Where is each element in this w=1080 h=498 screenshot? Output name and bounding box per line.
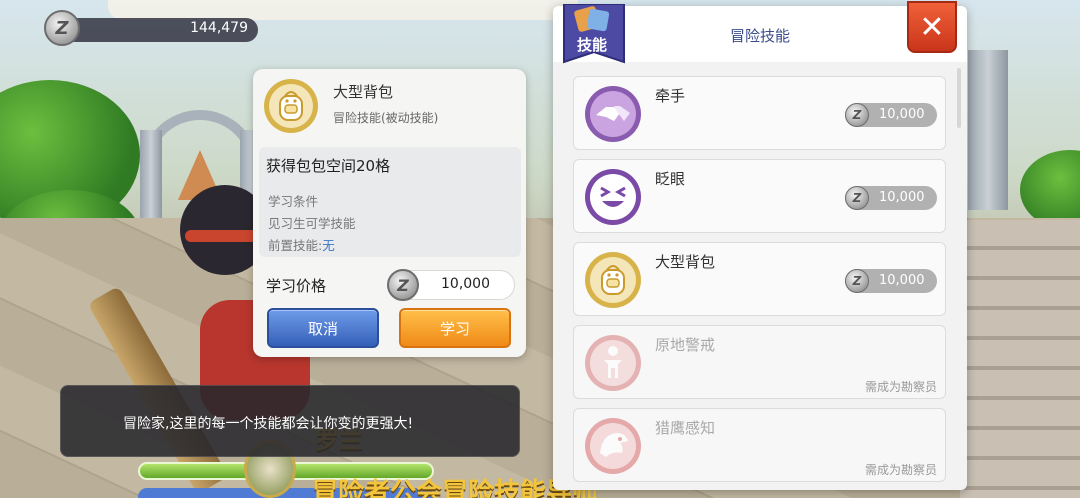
wink-face-icon <box>585 169 641 225</box>
cancel-button-label: 取消 <box>307 319 338 338</box>
skill-detail-card: 大型背包 冒险技能(被动技能) 获得包包空间20格 学习条件 见习生可学技能 前… <box>253 69 526 357</box>
skill-cost-badge: Z 10,000 <box>845 103 937 127</box>
prerequisite-value: 无 <box>322 238 335 253</box>
stone-tower <box>968 50 1008 210</box>
skill-name: 原地警戒 <box>655 336 716 354</box>
condition-text: 见习生可学技能 <box>268 216 356 231</box>
skill-item-wink[interactable]: 眨眼 Z 10,000 <box>573 159 946 233</box>
skill-item-falcon-sense[interactable]: 猎鹰感知 需成为勘察员 <box>573 408 946 482</box>
npc-dialog-box[interactable]: 冒险家,这里的每一个技能都会让你变的更强大! <box>60 385 520 457</box>
close-button[interactable]: ✕ <box>907 1 957 53</box>
skill-cost-badge: Z 10,000 <box>845 269 937 293</box>
skill-name: 猎鹰感知 <box>655 419 716 437</box>
prerequisite-label: 前置技能: <box>268 238 323 253</box>
currency-amount: 144,479 <box>190 20 248 36</box>
skill-item-standing-guard[interactable]: 原地警戒 需成为勘察员 <box>573 325 946 399</box>
skill-name: 眨眼 <box>655 170 686 188</box>
skill-item-large-backpack[interactable]: 大型背包 Z 10,000 <box>573 242 946 316</box>
backpack-icon <box>264 79 318 133</box>
zeny-coin-icon: Z <box>845 103 869 127</box>
skill-name: 大型背包 <box>655 253 716 271</box>
skill-requirement: 需成为勘察员 <box>864 380 937 394</box>
skills-tab-label: 技能 <box>577 36 608 54</box>
cancel-button[interactable]: 取消 <box>267 308 379 348</box>
adventure-skills-panel: 冒险技能 牵手 Z 10,000 眨眼 Z 10,000 大型背包 Z 10,0… <box>553 6 967 490</box>
skill-cost-badge: Z 10,000 <box>845 186 937 210</box>
skill-type: 冒险技能(被动技能) <box>333 111 439 125</box>
skill-cost: 10,000 <box>879 273 925 288</box>
skill-cost: 10,000 <box>879 190 925 205</box>
skill-name: 牵手 <box>655 87 686 105</box>
zeny-coin-icon: Z <box>845 269 869 293</box>
skill-item-handshake[interactable]: 牵手 Z 10,000 <box>573 76 946 150</box>
zeny-currency-display: Z 144,479 <box>44 10 258 46</box>
skill-cost: 10,000 <box>879 107 925 122</box>
skill-effect: 获得包包空间20格 <box>266 157 391 175</box>
prerequisite-line: 前置技能:无 <box>268 235 335 254</box>
backpack-icon <box>585 252 641 308</box>
learn-button-label: 学习 <box>439 319 470 338</box>
zeny-coin-icon: Z <box>44 10 80 46</box>
price-value: 10,000 <box>441 276 490 292</box>
npc-dialog-text: 冒险家,这里的每一个技能都会让你变的更强大! <box>123 416 414 432</box>
handshake-icon <box>585 86 641 142</box>
zeny-coin-icon: Z <box>387 269 419 301</box>
conditions-title: 学习条件 <box>268 194 319 209</box>
skill-requirement: 需成为勘察员 <box>864 463 937 477</box>
stone-stairs <box>960 220 1080 498</box>
scrollbar[interactable] <box>957 68 961 128</box>
standing-guard-icon <box>585 335 641 391</box>
top-banner <box>108 0 578 20</box>
zeny-coin-icon: Z <box>845 186 869 210</box>
skill-name: 大型背包 <box>333 83 394 101</box>
falcon-icon <box>585 418 641 474</box>
learn-button[interactable]: 学习 <box>399 308 511 348</box>
price-label: 学习价格 <box>266 277 327 295</box>
